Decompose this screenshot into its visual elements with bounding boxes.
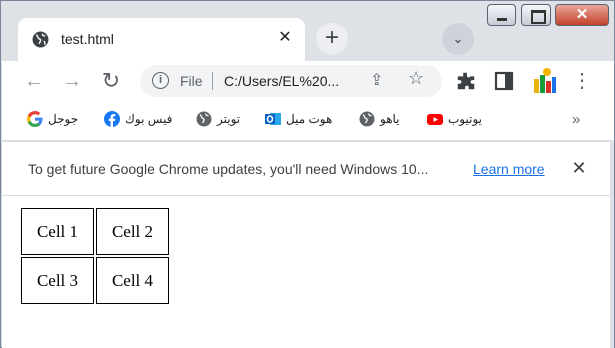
scheme-label: File xyxy=(180,73,203,89)
extensions-puzzle-icon[interactable] xyxy=(455,70,477,92)
bookmark-hotmail[interactable]: هوت ميل xyxy=(265,111,332,131)
side-panel-icon[interactable] xyxy=(494,71,514,91)
bookmark-youtube[interactable]: يوتيوب xyxy=(427,111,482,131)
table-cell: Cell 1 xyxy=(21,208,94,255)
learn-more-link[interactable]: Learn more xyxy=(473,161,545,177)
browser-window: test.html ✕ + ⌄ ✕ ← → ↻ i File C:/Users/… xyxy=(0,0,615,348)
tab-close-icon[interactable]: ✕ xyxy=(275,28,295,48)
bookmark-google[interactable]: جوجل xyxy=(27,111,78,131)
share-icon[interactable]: ⇪ xyxy=(370,70,383,90)
close-window-button[interactable]: ✕ xyxy=(555,4,609,26)
back-button[interactable]: ← xyxy=(22,69,46,93)
infobar-close-icon[interactable]: ✕ xyxy=(568,157,590,179)
omnibox-divider xyxy=(212,72,213,90)
forward-button[interactable]: → xyxy=(60,69,84,93)
address-bar[interactable]: i File C:/Users/EL%20... ⇪ ☆ xyxy=(140,65,442,97)
cell-table: Cell 1 Cell 2 Cell 3 Cell 4 xyxy=(19,206,171,306)
window-border xyxy=(610,140,614,348)
minimize-button[interactable] xyxy=(487,4,516,26)
chrome-menu-button[interactable]: ⋮ xyxy=(570,69,594,93)
update-infobar: To get future Google Chrome updates, you… xyxy=(2,141,614,196)
bookmark-facebook[interactable]: فيس بوك xyxy=(104,111,172,131)
globe-icon xyxy=(196,111,212,127)
table-cell: Cell 2 xyxy=(96,208,169,255)
url-text[interactable]: C:/Users/EL%20... xyxy=(224,73,339,89)
google-icon xyxy=(27,111,43,127)
tab-test-html[interactable]: test.html ✕ xyxy=(18,18,305,61)
table-row: Cell 1 Cell 2 xyxy=(21,208,169,255)
site-info-icon[interactable]: i xyxy=(152,72,169,89)
profile-avatar[interactable] xyxy=(532,67,558,95)
globe-icon xyxy=(359,111,375,127)
table-cell: Cell 3 xyxy=(21,257,94,304)
bookmark-star-icon[interactable]: ☆ xyxy=(408,68,424,89)
facebook-icon xyxy=(104,111,120,127)
tab-strip: test.html ✕ + ⌄ ✕ xyxy=(1,1,614,61)
globe-icon xyxy=(32,31,49,48)
maximize-button[interactable] xyxy=(521,4,551,26)
bookmarks-bar: يوتيوب ياهو هوت ميل تويتر فيس بوك جوجل » xyxy=(2,102,614,140)
table-row: Cell 3 Cell 4 xyxy=(21,257,169,304)
infobar-message: To get future Google Chrome updates, you… xyxy=(28,161,429,177)
close-icon: ✕ xyxy=(575,6,589,23)
new-tab-button[interactable]: + xyxy=(316,23,348,55)
table-cell: Cell 4 xyxy=(96,257,169,304)
tab-title: test.html xyxy=(61,31,114,47)
tab-search-button[interactable]: ⌄ xyxy=(442,23,474,55)
reload-button[interactable]: ↻ xyxy=(99,69,123,93)
youtube-icon xyxy=(427,114,443,125)
toolbar: ← → ↻ i File C:/Users/EL%20... ⇪ ☆ ⋮ xyxy=(2,61,614,102)
page-content: Cell 1 Cell 2 Cell 3 Cell 4 xyxy=(2,196,614,348)
bookmark-yahoo[interactable]: ياهو xyxy=(359,111,400,131)
outlook-icon xyxy=(265,113,281,125)
bookmark-twitter[interactable]: تويتر xyxy=(196,111,240,131)
bookmarks-overflow-icon[interactable]: » xyxy=(572,111,580,128)
